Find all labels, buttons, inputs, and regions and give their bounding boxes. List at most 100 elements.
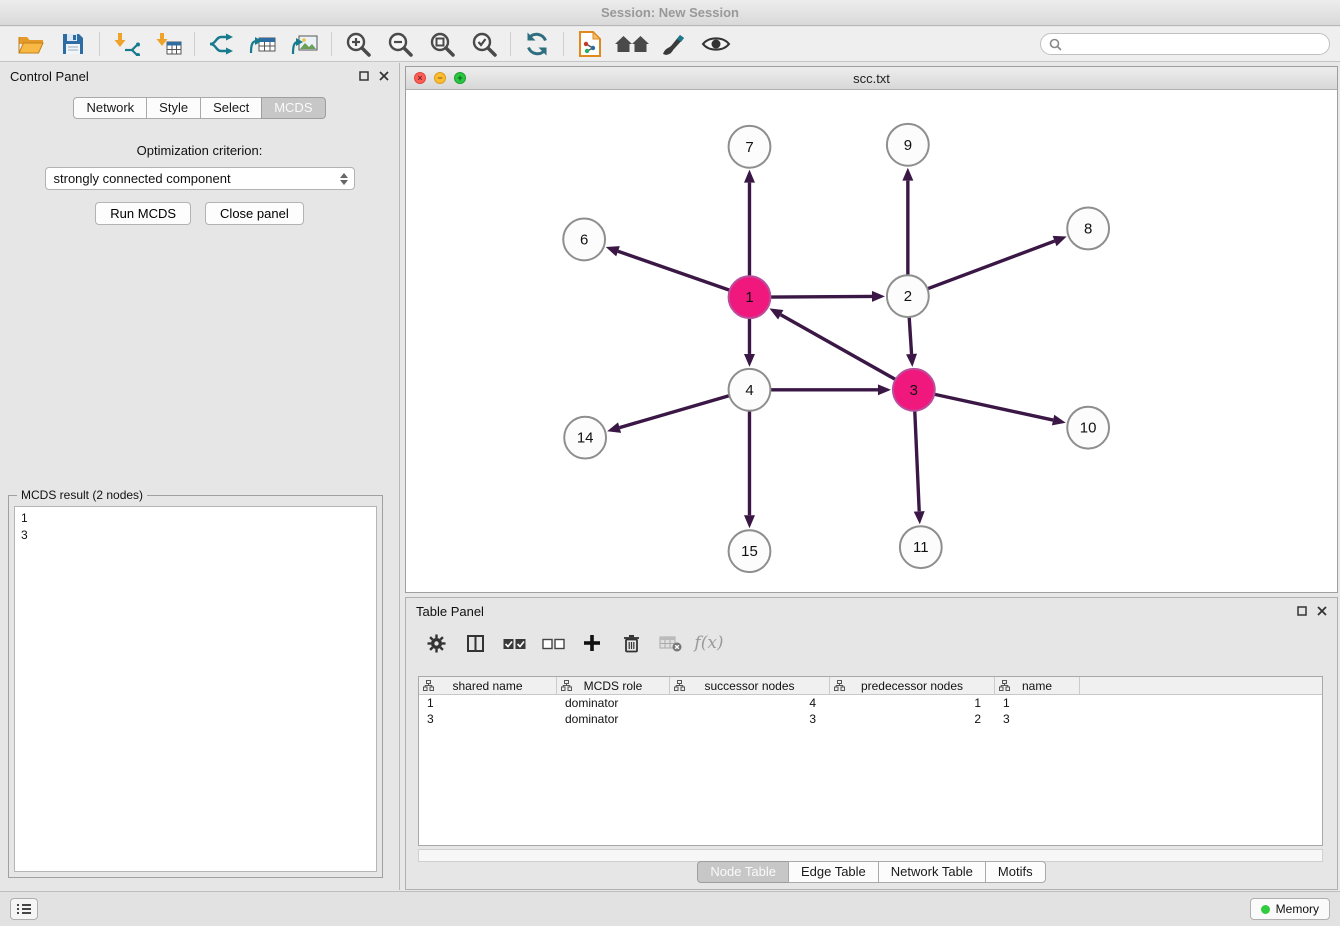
edge-arrowhead-icon: [744, 354, 755, 367]
graph-node-11[interactable]: 11: [900, 526, 942, 568]
tab-style[interactable]: Style: [146, 97, 201, 119]
task-history-button[interactable]: [10, 898, 38, 920]
table-cell[interactable]: dominator: [557, 696, 670, 710]
graph-node-4[interactable]: 4: [729, 369, 771, 411]
tab-motifs[interactable]: Motifs: [985, 861, 1046, 883]
node-label: 4: [745, 382, 753, 399]
graph-node-9[interactable]: 9: [887, 124, 929, 166]
import-network-button[interactable]: [105, 29, 147, 59]
table-cell[interactable]: 1: [419, 696, 557, 710]
tab-mcds[interactable]: MCDS: [261, 97, 325, 119]
tab-network[interactable]: Network: [73, 97, 147, 119]
column-header-successor-nodes[interactable]: successor nodes: [670, 677, 830, 694]
criterion-dropdown-value: strongly connected component: [54, 171, 231, 186]
graph-node-15[interactable]: 15: [729, 530, 771, 572]
network-window-titlebar[interactable]: × − + scc.txt: [406, 67, 1337, 90]
toolbar-separator: [194, 32, 195, 56]
table-row[interactable]: 1dominator411: [419, 695, 1322, 711]
run-mcds-button[interactable]: Run MCDS: [95, 202, 191, 225]
search-input[interactable]: [1068, 37, 1321, 51]
open-session-button[interactable]: [10, 29, 52, 59]
graph-node-3[interactable]: 3: [893, 369, 935, 411]
table-cell[interactable]: dominator: [557, 712, 670, 726]
table-cell[interactable]: 3: [419, 712, 557, 726]
add-column-button[interactable]: [578, 629, 606, 657]
tab-node-table[interactable]: Node Table: [697, 861, 789, 883]
delete-column-button[interactable]: [617, 629, 645, 657]
graph-node-6[interactable]: 6: [563, 218, 605, 260]
delete-table-button[interactable]: [656, 629, 684, 657]
minimize-window-icon[interactable]: −: [434, 72, 446, 84]
graph-edge-3-11[interactable]: [915, 411, 919, 512]
graph-edge-1-6[interactable]: [618, 251, 730, 290]
float-table-panel-icon[interactable]: [1297, 606, 1307, 616]
deselect-all-columns-button[interactable]: [539, 629, 567, 657]
mcds-result-text[interactable]: 1 3: [14, 506, 377, 872]
graph-edge-2-8[interactable]: [927, 241, 1054, 289]
criterion-dropdown[interactable]: strongly connected component: [45, 167, 355, 190]
graph-node-14[interactable]: 14: [564, 417, 606, 459]
column-header-mcds-role[interactable]: MCDS role: [557, 677, 670, 694]
style-brush-button[interactable]: [653, 29, 695, 59]
network-from-table-button[interactable]: [242, 29, 284, 59]
search-field[interactable]: [1040, 33, 1330, 55]
graph-edge-1-2[interactable]: [770, 296, 872, 297]
tab-network-table[interactable]: Network Table: [878, 861, 986, 883]
delete-table-icon: [659, 635, 682, 652]
close-panel-icon[interactable]: [379, 71, 389, 81]
clone-network-button[interactable]: [200, 29, 242, 59]
memory-button[interactable]: Memory: [1250, 898, 1330, 920]
select-all-columns-button[interactable]: [500, 629, 528, 657]
export-image-button[interactable]: [284, 29, 326, 59]
network-canvas[interactable]: 7 9 6 8 1 2 4 3 14 10 15 11: [406, 91, 1337, 592]
toolbar-separator: [510, 32, 511, 56]
graph-edge-2-3[interactable]: [909, 317, 911, 354]
column-header-name[interactable]: name: [995, 677, 1080, 694]
titlebar[interactable]: Session: New Session: [0, 0, 1340, 26]
save-session-button[interactable]: [52, 29, 94, 59]
network-from-table-icon: [249, 32, 277, 56]
refresh-layout-button[interactable]: [516, 29, 558, 59]
zoom-selected-icon: [471, 31, 497, 57]
column-header-predecessor-nodes[interactable]: predecessor nodes: [830, 677, 995, 694]
zoom-in-button[interactable]: [337, 29, 379, 59]
zoom-window-icon[interactable]: +: [454, 72, 466, 84]
zoom-out-button[interactable]: [379, 29, 421, 59]
edge-arrowhead-icon: [878, 384, 891, 395]
graph-edge-3-1[interactable]: [781, 315, 896, 380]
table-cell[interactable]: 1: [830, 696, 995, 710]
graph-node-1[interactable]: 1: [729, 276, 771, 318]
tab-select[interactable]: Select: [200, 97, 262, 119]
table-cell[interactable]: 1: [995, 696, 1080, 710]
close-window-icon[interactable]: ×: [414, 72, 426, 84]
close-table-panel-icon[interactable]: [1317, 606, 1327, 616]
table-cell[interactable]: 2: [830, 712, 995, 726]
import-table-button[interactable]: [147, 29, 189, 59]
zoom-selected-button[interactable]: [463, 29, 505, 59]
network-graph[interactable]: 7 9 6 8 1 2 4 3 14 10 15 11: [406, 91, 1337, 592]
toolbar-separator: [563, 32, 564, 56]
close-panel-button[interactable]: Close panel: [205, 202, 304, 225]
graph-node-8[interactable]: 8: [1067, 208, 1109, 250]
export-network-document-button[interactable]: [569, 29, 611, 59]
table-row[interactable]: 3dominator323: [419, 711, 1322, 727]
zoom-out-icon: [387, 31, 413, 57]
function-builder-button[interactable]: f(x): [695, 629, 723, 657]
graph-node-10[interactable]: 10: [1067, 407, 1109, 449]
graph-node-7[interactable]: 7: [729, 126, 771, 168]
zoom-fit-button[interactable]: [421, 29, 463, 59]
home-button[interactable]: [611, 29, 653, 59]
settings-gear-button[interactable]: [422, 629, 450, 657]
eye-button[interactable]: [695, 29, 737, 59]
table-cell[interactable]: 3: [670, 712, 830, 726]
table-cell[interactable]: 4: [670, 696, 830, 710]
column-layout-button[interactable]: [461, 629, 489, 657]
graph-node-2[interactable]: 2: [887, 275, 929, 317]
tab-edge-table[interactable]: Edge Table: [788, 861, 879, 883]
graph-edge-4-14[interactable]: [620, 396, 730, 428]
edge-arrowhead-icon: [906, 354, 917, 367]
graph-edge-3-10[interactable]: [934, 394, 1053, 420]
table-cell[interactable]: 3: [995, 712, 1080, 726]
float-panel-icon[interactable]: [359, 71, 369, 81]
column-header-shared-name[interactable]: shared name: [419, 677, 557, 694]
